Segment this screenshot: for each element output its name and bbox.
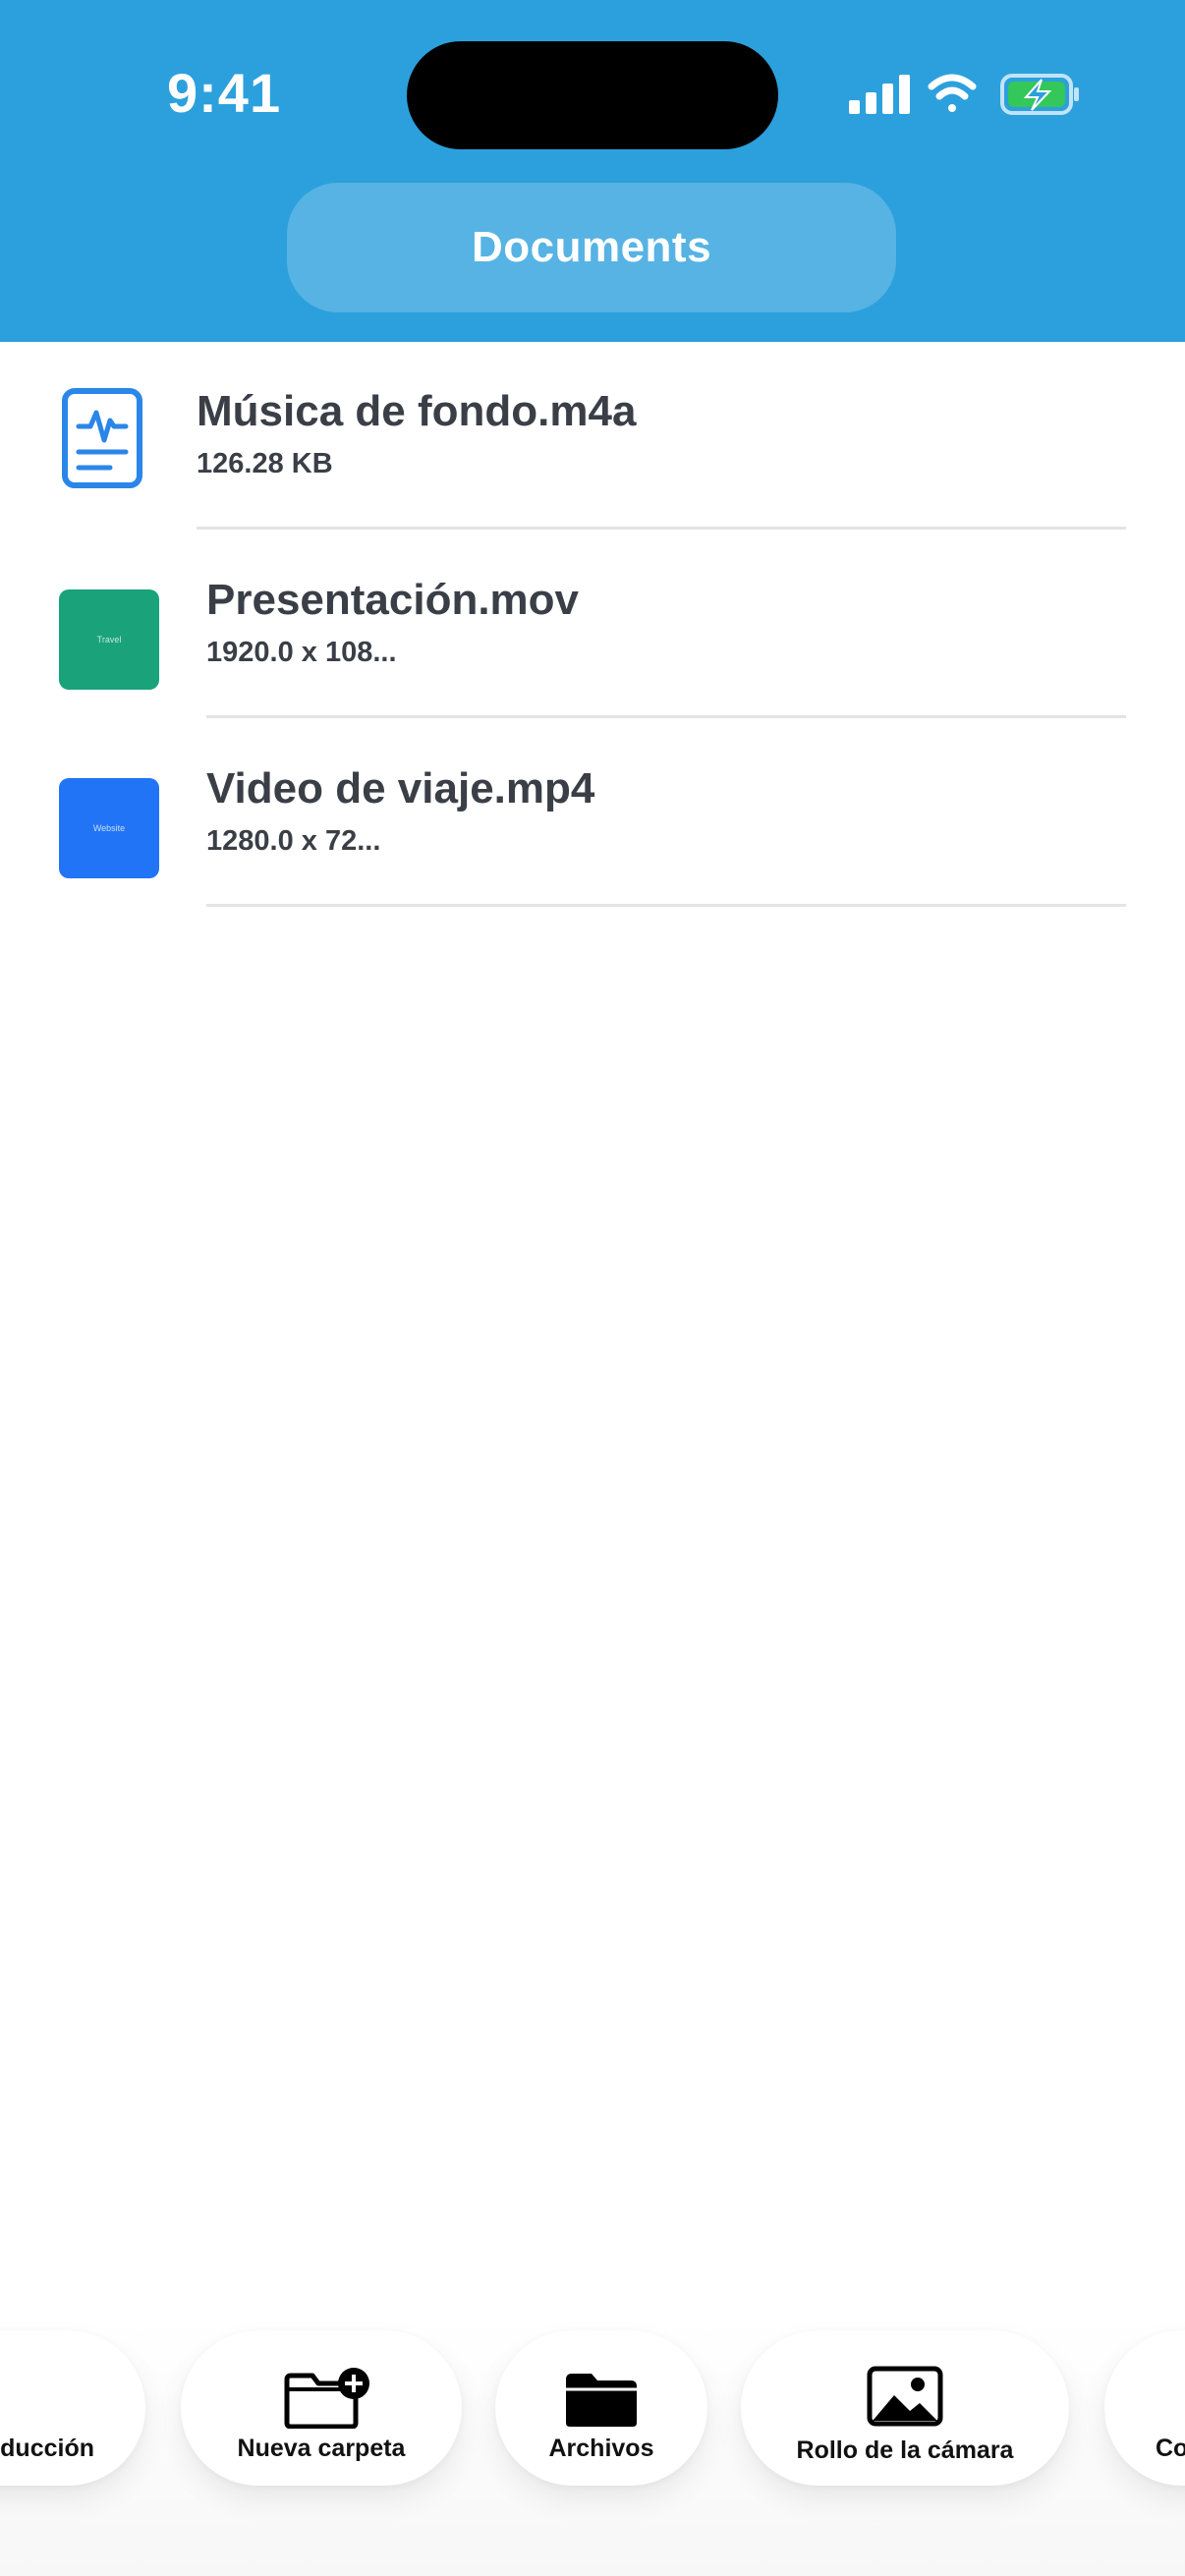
signal-bars-icon — [849, 75, 910, 114]
list-item[interactable]: Travel Presentación.mov 1920.0 x 108... — [0, 531, 1185, 719]
files-button[interactable]: Archivos — [495, 2330, 707, 2486]
file-name: Presentación.mov — [206, 576, 580, 624]
file-dimensions: 1920.0 x 108... — [206, 637, 397, 668]
dynamic-island — [407, 41, 778, 149]
divider — [206, 904, 1126, 907]
toolbar-item-label: Co — [1156, 2435, 1185, 2462]
wifi-icon — [928, 74, 977, 112]
toolbar-item-label: Rollo de la cámara — [796, 2436, 1014, 2464]
file-dimensions: 1280.0 x 72... — [206, 825, 381, 857]
page-title: Documents — [471, 223, 712, 271]
photo-icon — [867, 2366, 943, 2427]
status-icons — [847, 71, 1083, 120]
folder-icon — [566, 2374, 637, 2427]
divider — [206, 715, 1126, 718]
toolbar-item-partial-left[interactable]: ducción — [0, 2330, 145, 2486]
video-thumbnail: Website — [59, 778, 159, 878]
battery-charging-icon — [1000, 74, 1079, 115]
title-pill[interactable]: Documents — [287, 183, 896, 312]
toolbar-item-label: ducción — [0, 2435, 94, 2462]
status-time: 9:41 — [167, 62, 282, 124]
thumbnail-text: Website — [92, 823, 126, 833]
toolbar-item-partial-right[interactable]: Co — [1104, 2330, 1185, 2486]
camera-roll-button[interactable]: Rollo de la cámara — [741, 2330, 1069, 2486]
new-folder-icon — [284, 2368, 369, 2429]
file-name: Video de viaje.mp4 — [206, 764, 595, 812]
list-item[interactable]: Música de fondo.m4a 126.28 KB — [0, 342, 1185, 531]
video-thumbnail: Travel — [59, 589, 159, 690]
bottom-toolbar[interactable]: ducción Nueva carpeta Archivos Rollo de … — [0, 2319, 1185, 2576]
header: 9:41 Documents — [0, 0, 1185, 342]
toolbar-item-label: Nueva carpeta — [237, 2435, 406, 2462]
screen: 9:41 Documents Música de fondo.m4a 126.2… — [0, 0, 1185, 2576]
list-item[interactable]: Website Video de viaje.mp4 1280.0 x 72..… — [0, 719, 1185, 908]
audio-document-icon — [62, 388, 142, 488]
new-folder-button[interactable]: Nueva carpeta — [181, 2330, 462, 2486]
toolbar-item-label: Archivos — [548, 2435, 654, 2462]
thumbnail-text: Travel — [96, 635, 122, 644]
divider — [197, 527, 1126, 530]
file-name: Música de fondo.m4a — [197, 387, 637, 435]
file-size: 126.28 KB — [197, 448, 333, 479]
